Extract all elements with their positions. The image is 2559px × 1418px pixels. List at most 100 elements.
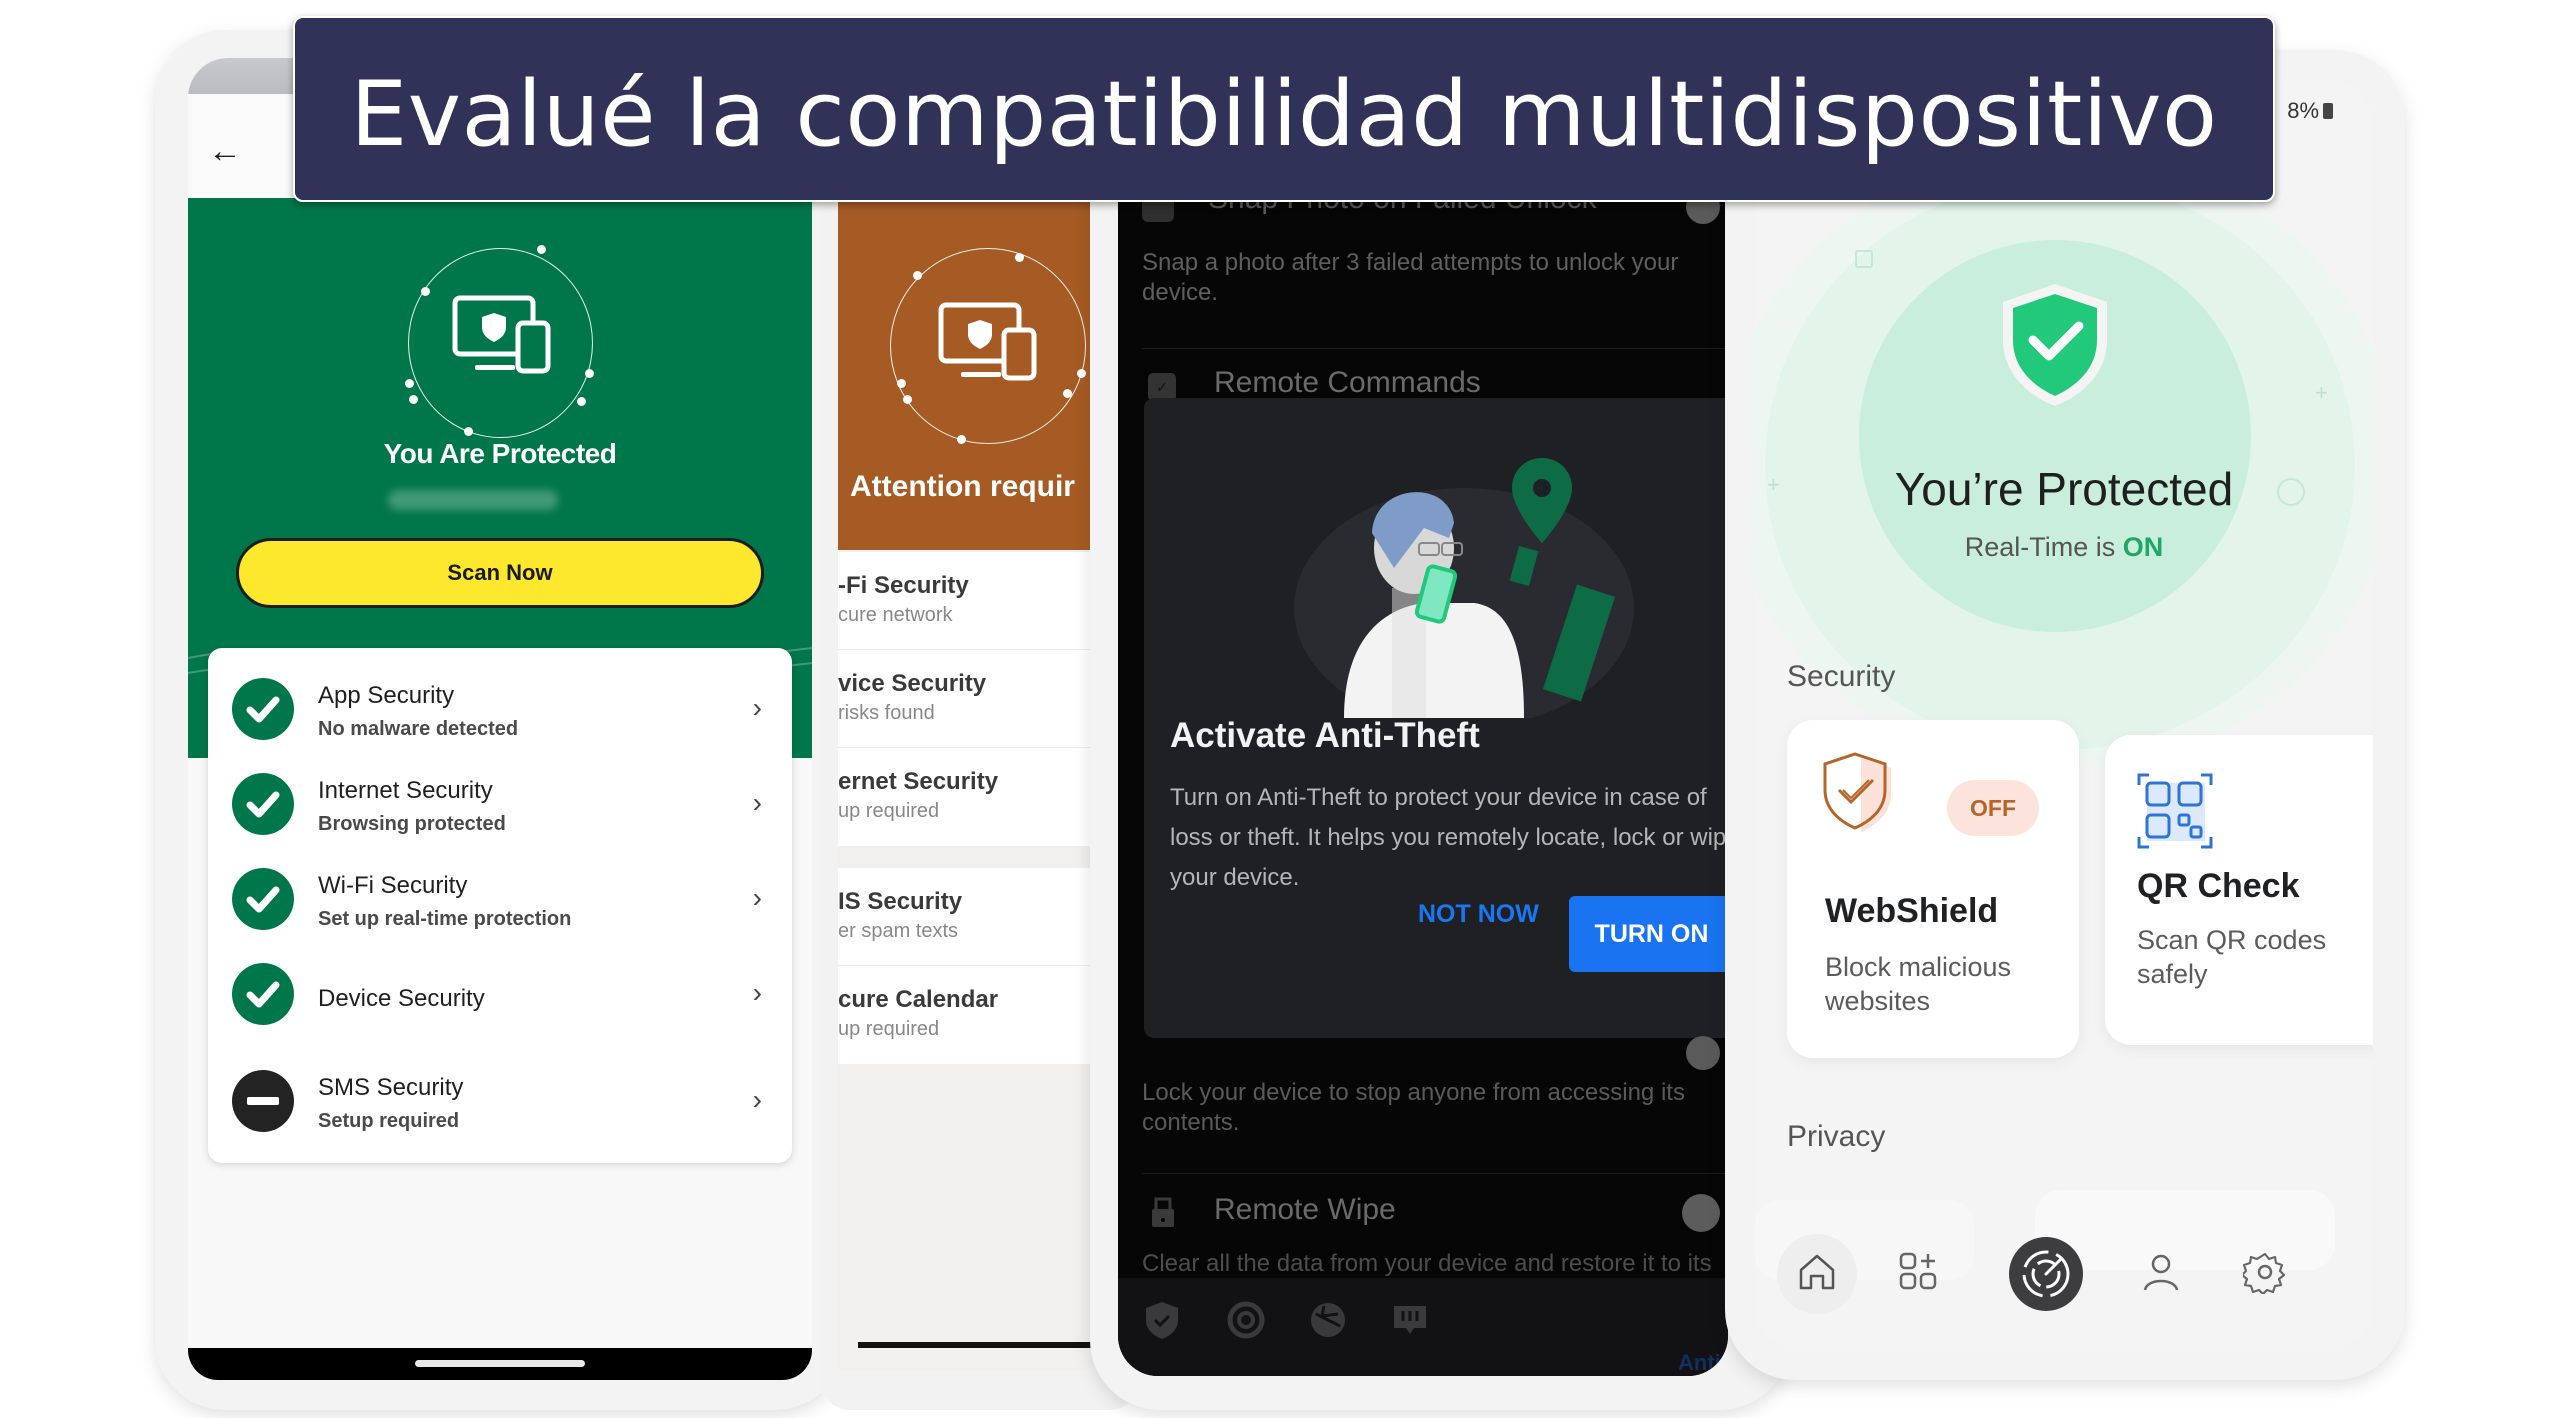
home-indicator[interactable] <box>415 1360 585 1367</box>
realtime-state: ON <box>2122 532 2164 562</box>
ring-dot <box>409 395 418 404</box>
phone-4-screen: + + 8% You’re Protected Real-Time is ON … <box>1755 80 2373 1345</box>
toggle-switch[interactable] <box>1682 1194 1720 1232</box>
list-item[interactable]: Internet Security Browsing protected › <box>208 751 792 849</box>
divider <box>1142 348 1728 349</box>
blurred-text <box>388 490 558 510</box>
arrow-left-icon[interactable]: ← <box>208 132 242 171</box>
ring-dot <box>1015 253 1024 262</box>
web-protection-icon[interactable] <box>1308 1300 1348 1340</box>
item-subtitle: risks found <box>838 702 935 724</box>
ring-dot <box>537 245 546 254</box>
list-item[interactable]: SMS Security Setup required › <box>208 1048 792 1146</box>
remote-commands-icon: ✓ <box>1148 373 1176 401</box>
list-item[interactable]: IS Security er spam texts <box>838 868 1093 966</box>
list-item[interactable]: vice Security risks found <box>838 650 1093 748</box>
account-icon[interactable] <box>2139 1250 2183 1294</box>
list-item[interactable]: -Fi Security cure network <box>838 552 1093 650</box>
battery-status: 8% <box>2287 98 2333 124</box>
devices-shield-icon <box>452 295 551 374</box>
check-icon <box>232 868 294 930</box>
item-title: ernet Security <box>838 768 999 795</box>
not-now-button[interactable]: NOT NOW <box>1418 900 1539 929</box>
check-icon <box>232 678 294 740</box>
chevron-right-icon: › <box>752 882 762 913</box>
scan-icon[interactable] <box>1226 1300 1266 1340</box>
ring-dot <box>913 271 922 280</box>
scan-now-button[interactable]: Scan Now <box>236 538 764 608</box>
dialog-body: Turn on Anti-Theft to protect your devic… <box>1170 784 1728 891</box>
dialog-title: Activate Anti-Theft <box>1170 716 1480 755</box>
phone-2-screen: Attention requir -Fi Security cure netwo… <box>838 200 1093 1370</box>
item-subtitle: cure network <box>838 604 953 626</box>
radar-icon <box>2022 1250 2070 1298</box>
realtime-label: Real-Time is <box>1964 532 2123 562</box>
security-group: IS Security er spam texts cure Calendar … <box>838 868 1093 1064</box>
battery-icon <box>2323 103 2333 119</box>
nav-tab-anti-theft[interactable]: Anti-T <box>1678 1350 1728 1376</box>
home-indicator[interactable] <box>858 1342 1093 1348</box>
qr-check-card[interactable]: QR Check Scan QR codes safely <box>2105 735 2373 1045</box>
item-title: Wi-Fi Security <box>318 872 468 899</box>
setting-description: Clear all the data from your device and … <box>1142 1250 1712 1277</box>
item-subtitle: Browsing protected <box>318 813 506 835</box>
attention-header: Attention requir <box>838 200 1093 550</box>
item-subtitle: up required <box>838 800 940 822</box>
minus-circle-icon <box>232 1070 294 1132</box>
chevron-right-icon: › <box>752 1084 762 1115</box>
card-description: Scan QR codes safely <box>2137 925 2327 989</box>
chevron-right-icon: › <box>752 787 762 818</box>
ring-dot <box>903 395 912 404</box>
battery-percent: 8% <box>2287 98 2319 123</box>
webshield-card[interactable]: OFF WebShield Block malicious websites <box>1787 720 2079 1058</box>
list-item[interactable]: Wi-Fi Security Set up real-time protecti… <box>208 846 792 944</box>
divider <box>1142 1173 1728 1174</box>
item-title: SMS Security <box>318 1074 464 1101</box>
phone-3-screen: Snap Photo on Failed Unlock Snap a photo… <box>1118 198 1728 1376</box>
setting-title: Remote Wipe <box>1214 1193 1396 1226</box>
section-label-security: Security <box>1787 660 1896 693</box>
settings-gear-icon[interactable] <box>2243 1250 2287 1294</box>
ring-dot <box>897 379 906 388</box>
ring-dot <box>464 427 473 436</box>
chevron-right-icon: › <box>752 692 762 723</box>
status-title: You Are Protected <box>383 438 617 469</box>
off-badge: OFF <box>1947 780 2039 836</box>
qr-code-icon <box>2137 773 2213 849</box>
section-label-privacy: Privacy <box>1787 1120 1886 1153</box>
turn-on-button[interactable]: TURN ON <box>1569 896 1728 972</box>
anti-theft-dialog: Activate Anti-Theft Turn on Anti-Theft t… <box>1144 398 1728 1038</box>
list-item[interactable]: ernet Security up required <box>838 748 1093 846</box>
setting-description: Snap a photo after 3 failed attempts to … <box>1142 249 1679 306</box>
home-icon[interactable] <box>1795 1250 1839 1294</box>
ring-dot <box>577 397 586 406</box>
check-icon <box>232 963 294 1025</box>
check-icon <box>232 773 294 835</box>
item-title: vice Security <box>838 670 987 697</box>
status-title: You’re Protected <box>1894 463 2234 515</box>
webshield-icon <box>1823 752 1891 832</box>
ring-dot <box>405 379 414 388</box>
ring-dot <box>585 369 594 378</box>
ring-dot <box>1063 389 1072 398</box>
lock-open-icon <box>1152 1197 1174 1227</box>
list-item[interactable]: cure Calendar up required <box>838 966 1093 1064</box>
list-item[interactable]: Device Security › <box>208 941 792 1039</box>
card-description: Block malicious websites <box>1825 952 2012 1016</box>
anti-theft-illustration <box>1294 458 1634 718</box>
phone-1-screen: ← You Are Protected Scan Now App Securit… <box>188 58 812 1380</box>
add-apps-icon[interactable] <box>1897 1250 1941 1294</box>
chevron-right-icon: › <box>752 977 762 1008</box>
item-title: Device Security <box>318 985 485 1012</box>
security-list: App Security No malware detected › Inter… <box>208 648 792 1163</box>
banner-title: Evalué la compatibilidad multidispositiv… <box>350 62 2218 167</box>
scan-button[interactable] <box>2009 1237 2083 1311</box>
shield-check-icon[interactable] <box>1142 1300 1182 1340</box>
toggle-switch[interactable] <box>1686 1036 1720 1070</box>
setting-description: Lock your device to stop anyone from acc… <box>1142 1079 1685 1136</box>
bottom-nav: Anti-T <box>1118 1278 1728 1376</box>
message-alert-icon[interactable] <box>1390 1300 1430 1340</box>
item-title: IS Security <box>838 888 963 915</box>
list-item[interactable]: App Security No malware detected › <box>208 656 792 754</box>
realtime-status: Real-Time is ON <box>1755 532 2373 563</box>
